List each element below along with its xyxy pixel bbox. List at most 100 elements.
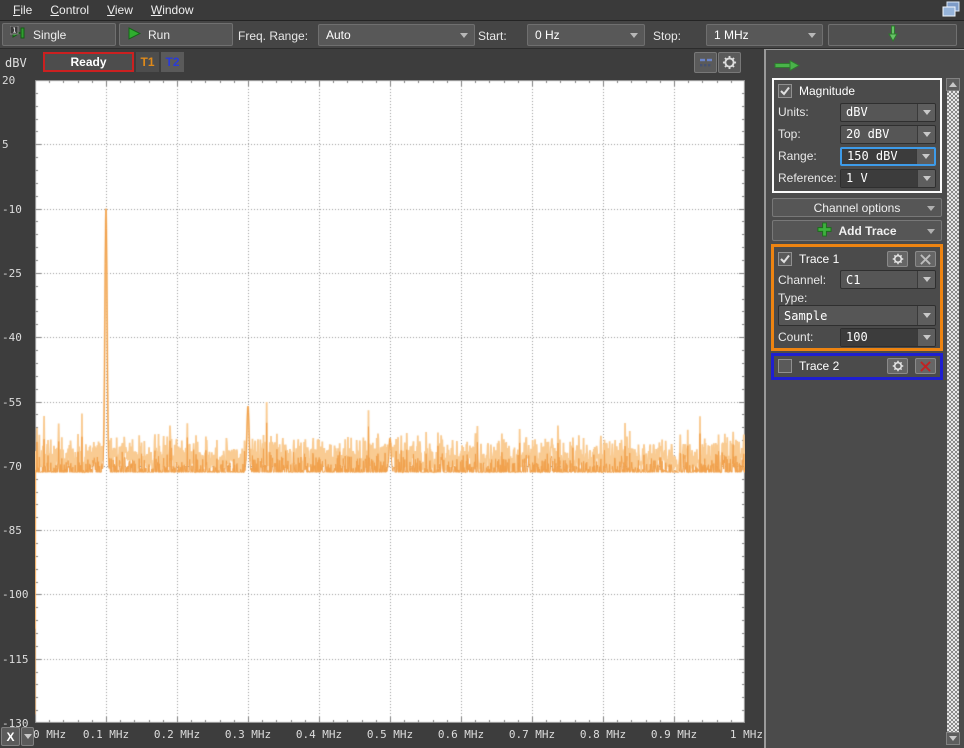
status-badge: Ready [43,52,134,72]
trace1-checkbox[interactable] [778,252,792,266]
windows-icon[interactable] [941,1,961,19]
range-combo [840,146,936,166]
count-input[interactable] [841,328,917,346]
stop-select[interactable]: 1 MHz [706,24,823,46]
chevron-down-icon [917,306,935,325]
spectrum-plot[interactable] [35,80,745,723]
green-down-arrow-icon [887,25,899,45]
start-value: 0 Hz [535,28,560,42]
type-value: Sample [784,308,828,323]
menu-view-accel: V [107,3,115,17]
x-tick-label: 0.2 MHz [153,728,201,741]
y-tick-label: -40 [2,331,22,345]
trace2-close-icon[interactable] [915,358,936,374]
x-tick-label: 0.8 MHz [579,728,627,741]
menu-file[interactable]: File [4,0,41,20]
trace2-gear-icon[interactable] [887,358,908,374]
panel-scrollbar[interactable] [946,78,960,745]
y-tick-label: 5 [2,138,9,152]
type-select[interactable]: Sample [778,305,936,326]
chevron-down-icon[interactable] [916,148,934,164]
range-input[interactable] [842,148,916,164]
chevron-down-icon [630,33,638,38]
units-label: Units: [778,105,809,119]
freq-range-select[interactable]: Auto [318,24,475,46]
count-combo [840,327,936,347]
chevron-down-icon [460,33,468,38]
menu-control[interactable]: Control [41,0,98,20]
x-axis-scale-dropdown[interactable] [21,727,34,746]
add-trace-button[interactable]: Add Trace [772,220,942,241]
reference-label: Reference: [778,171,837,185]
chevron-down-icon [808,33,816,38]
y-tick-label: -100 [2,588,29,602]
chevron-down-icon [917,271,935,288]
channel-options-label: Channel options [813,200,901,215]
x-tick-label: 0.1 MHz [82,728,130,741]
dock-panes-icon[interactable] [694,52,717,73]
plot-settings-gear-icon[interactable] [718,52,741,73]
plot-region: dBV Ready T1 T2 20 5 -10 -25 -40 -55 -70… [0,49,764,748]
plus-icon [817,221,833,240]
menu-window[interactable]: Window [142,0,203,20]
menu-window-accel: W [150,3,163,17]
trace1-close-icon-disabled [915,251,936,267]
menu-control-accel: C [50,3,60,17]
freq-range-label: Freq. Range: [238,29,309,43]
reference-combo [840,168,936,188]
trace1-title: Trace 1 [799,252,840,266]
x-tick-label: 0.6 MHz [437,728,485,741]
run-button[interactable]: Run [119,23,233,46]
y-tick-label: -85 [2,524,22,538]
single-button-label: Single [33,27,67,42]
type-label: Type: [778,290,808,305]
scrollbar-down-icon[interactable] [946,732,960,745]
trace2-group: Trace 2 [771,353,943,380]
channel-select[interactable]: C1 [840,270,936,289]
scrollbar-up-icon[interactable] [946,78,960,91]
menu-window-rest: indow [162,3,194,17]
menu-view[interactable]: View [98,0,142,20]
collapse-panel-arrow-icon[interactable] [774,58,801,76]
scrollbar-track[interactable] [947,91,959,732]
x-tick-label: 0.5 MHz [366,728,414,741]
top-combo[interactable]: 20 dBV [840,124,936,144]
acquisition-progress-indicator[interactable] [828,24,957,46]
y-tick-label: -70 [2,459,22,473]
x-tick-label: 1 MHz [729,728,763,741]
units-value: dBV [846,105,868,119]
y-tick-label: -25 [2,266,22,280]
chevron-down-icon[interactable] [917,169,935,187]
spectrum-analyzer-window: File Control View Window 1 Single Run Fr… [0,0,964,748]
reference-input[interactable] [841,169,917,187]
single-icon: 1 [9,25,26,43]
chevron-down-icon[interactable] [917,328,935,346]
units-select[interactable]: dBV [840,102,936,122]
menu-bar: File Control View Window [0,0,964,21]
top-label: Top: [778,127,801,141]
chevron-down-icon [917,125,935,143]
x-tick-label: 0.7 MHz [508,728,556,741]
channel-options-button[interactable]: Channel options [772,198,942,217]
x-axis-scale-button[interactable]: X [1,727,20,746]
menu-file-rest: ile [20,3,33,17]
menu-control-rest: ontrol [59,3,90,17]
stop-label: Stop: [653,29,682,43]
start-label: Start: [478,29,507,43]
x-tick-label: 0.9 MHz [650,728,698,741]
x-tick-label: 0.4 MHz [295,728,343,741]
stop-value: 1 MHz [714,28,749,42]
chevron-down-icon [23,734,32,739]
single-button[interactable]: 1 Single [2,23,116,46]
y-tick-label: -55 [2,395,22,409]
top-value: 20 dBV [846,127,890,141]
start-select[interactable]: 0 Hz [527,24,645,46]
tab-trace1[interactable]: T1 [136,52,159,72]
trace1-gear-icon[interactable] [887,251,908,267]
channel-label: Channel: [778,272,827,287]
tab-trace2[interactable]: T2 [161,52,184,72]
x-tick-label: 0 MHz [33,728,67,741]
trace2-checkbox[interactable] [778,359,792,373]
count-label: Count: [778,330,814,344]
magnitude-checkbox[interactable] [778,84,792,98]
